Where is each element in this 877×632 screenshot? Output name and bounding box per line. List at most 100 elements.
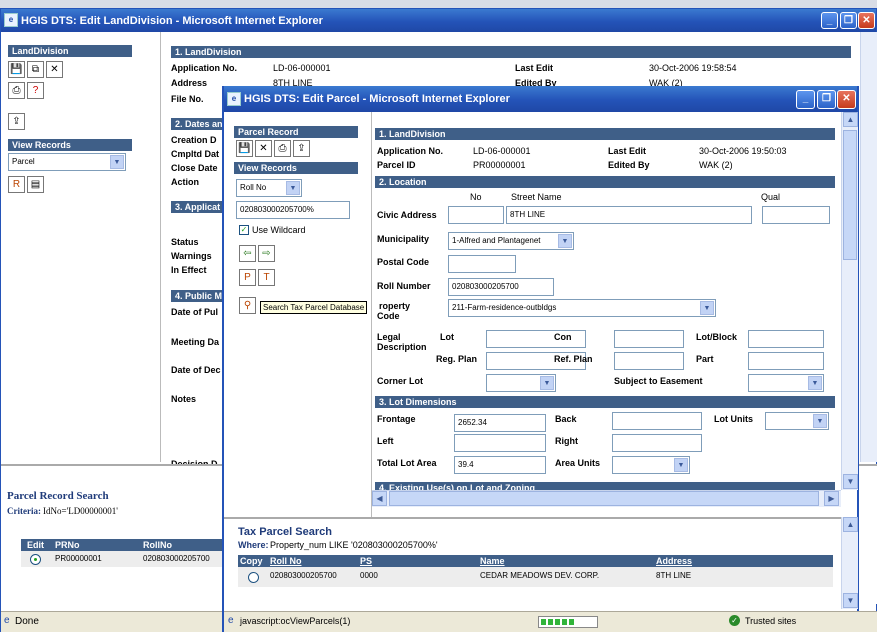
part-input[interactable] bbox=[748, 352, 824, 370]
delete-icon[interactable]: ✕ bbox=[255, 140, 272, 157]
area-units-select[interactable]: ▼ bbox=[612, 456, 690, 474]
progress-bar bbox=[538, 616, 598, 628]
restore-button[interactable]: ❐ bbox=[840, 12, 857, 29]
view-records-header: View Records bbox=[234, 162, 358, 174]
restore-button[interactable]: ❐ bbox=[817, 90, 836, 109]
copy-icon[interactable]: ⧉ bbox=[27, 61, 44, 78]
criteria-value: IdNo='LD00000001' bbox=[43, 506, 118, 516]
chevron-down-icon: ▼ bbox=[540, 376, 554, 390]
ref-plan-input[interactable] bbox=[614, 352, 684, 370]
civic-number-input[interactable] bbox=[448, 206, 504, 224]
close-button[interactable]: ✕ bbox=[858, 12, 875, 29]
minimize-button[interactable]: _ bbox=[821, 12, 838, 29]
easement-select[interactable]: ▼ bbox=[748, 374, 824, 392]
street-name-input[interactable]: 8TH LINE bbox=[506, 206, 752, 224]
tax-report-icon[interactable]: T bbox=[258, 269, 275, 286]
search-tax-database-icon[interactable]: ⚲ bbox=[239, 297, 256, 314]
view-records-select[interactable]: Parcel ▼ bbox=[8, 153, 126, 171]
roll-number-input[interactable]: 020803000205700 bbox=[448, 278, 554, 296]
scroll-thumb[interactable] bbox=[843, 130, 857, 260]
scroll-up-icon[interactable]: ▲ bbox=[843, 112, 858, 127]
outer-window-title: HGIS DTS: Edit LandDivision - Microsoft … bbox=[21, 14, 323, 27]
frontage-input[interactable]: 2652.34 bbox=[454, 414, 546, 432]
right-input[interactable] bbox=[612, 434, 702, 452]
sidebar-landdivision-header: LandDivision bbox=[8, 45, 132, 57]
parcel-report-icon[interactable]: P bbox=[239, 269, 256, 286]
tax-grid-row[interactable]: 020803000205700 0000 CEDAR MEADOWS DEV. … bbox=[238, 567, 833, 587]
inner-section-lot-dimensions: 3. Lot Dimensions bbox=[375, 396, 835, 408]
lot-block-input[interactable] bbox=[748, 330, 824, 348]
tax-grid-header: Copy Roll No PS Name Address bbox=[238, 555, 833, 567]
where-value: Property_num LIKE '020803000205700%' bbox=[270, 540, 438, 550]
copy-radio[interactable] bbox=[248, 572, 259, 583]
ie-icon: e bbox=[4, 13, 18, 27]
total-lot-area-input[interactable]: 39.4 bbox=[454, 456, 546, 474]
chevron-down-icon: ▼ bbox=[700, 301, 714, 315]
hscroll-thumb[interactable] bbox=[389, 491, 819, 506]
criteria-label: Criteria: bbox=[7, 506, 41, 516]
print-icon[interactable]: ⎙ bbox=[8, 82, 25, 99]
export-icon[interactable]: ⇪ bbox=[8, 113, 25, 130]
municipality-select[interactable]: 1-Alfred and Plantagenet ▼ bbox=[448, 232, 574, 250]
scroll-down-icon[interactable]: ▼ bbox=[843, 474, 858, 489]
chevron-down-icon: ▼ bbox=[286, 181, 300, 195]
chevron-down-icon: ▼ bbox=[813, 414, 827, 428]
minimize-button[interactable]: _ bbox=[796, 90, 815, 109]
inner-title-bar[interactable]: e HGIS DTS: Edit Parcel - Microsoft Inte… bbox=[224, 86, 857, 112]
back-input[interactable] bbox=[612, 412, 702, 430]
close-button[interactable]: ✕ bbox=[837, 90, 856, 109]
parcel-record-search-title: Parcel Record Search bbox=[7, 490, 109, 502]
next-record-icon[interactable]: ⇨ bbox=[258, 245, 275, 262]
previous-record-icon[interactable]: ⇦ bbox=[239, 245, 256, 262]
inner-form-hscroll[interactable]: ◀ ▶ bbox=[372, 490, 841, 507]
inner-sidebar: Parcel Record 💾 ✕ ⎙ ⇪ View Records Roll … bbox=[224, 112, 372, 517]
ie-page-icon: e bbox=[228, 615, 234, 626]
outer-grid-header: Edit PRNo RollNo bbox=[21, 539, 231, 551]
delete-icon[interactable]: ✕ bbox=[46, 61, 63, 78]
progress-fill bbox=[541, 619, 575, 625]
postal-code-input[interactable] bbox=[448, 255, 516, 273]
corner-lot-select[interactable]: ▼ bbox=[486, 374, 556, 392]
save-icon[interactable]: 💾 bbox=[236, 140, 253, 157]
outer-grid-row[interactable]: PR00000001 020803000205700 bbox=[21, 551, 231, 567]
left-input[interactable] bbox=[454, 434, 546, 452]
inner-window: e HGIS DTS: Edit Parcel - Microsoft Inte… bbox=[222, 86, 859, 632]
print-icon[interactable]: ⎙ bbox=[274, 140, 291, 157]
ie-page-icon: e bbox=[4, 615, 10, 626]
qual-input[interactable] bbox=[762, 206, 830, 224]
scroll-down-icon[interactable]: ▼ bbox=[843, 593, 858, 608]
use-wildcard-checkbox[interactable]: ✓ bbox=[239, 225, 249, 235]
inner-section-location: 2. Location bbox=[375, 176, 835, 188]
inner-form: 1. LandDivision Application No. LD-06-00… bbox=[372, 112, 841, 490]
document-icon[interactable]: ▤ bbox=[27, 176, 44, 193]
tax-parcel-panel: Tax Parcel Search Where: Property_num LI… bbox=[224, 517, 841, 609]
scroll-left-icon[interactable]: ◀ bbox=[372, 491, 387, 506]
lot-units-select[interactable]: ▼ bbox=[765, 412, 829, 430]
sidebar-view-records-header: View Records bbox=[8, 139, 132, 151]
outer-sidebar: LandDivision 💾 ⧉ ✕ ⎙ ? ⇪ View Records Pa… bbox=[1, 32, 161, 462]
property-code-select[interactable]: 211-Farm-residence-outbldgs ▼ bbox=[448, 299, 716, 317]
inner-form-vscroll[interactable]: ▲ ▼ bbox=[841, 112, 858, 490]
help-icon[interactable]: ? bbox=[27, 82, 44, 99]
scroll-right-icon[interactable]: ▶ bbox=[824, 491, 839, 506]
scroll-up-icon[interactable]: ▲ bbox=[843, 517, 858, 532]
outer-main-scrollbar[interactable] bbox=[860, 32, 877, 462]
con-input[interactable] bbox=[614, 330, 684, 348]
report-icon[interactable]: R bbox=[8, 176, 25, 193]
chevron-down-icon: ▼ bbox=[558, 234, 572, 248]
inner-window-title: HGIS DTS: Edit Parcel - Microsoft Intern… bbox=[244, 93, 510, 105]
view-records-select[interactable]: Roll No ▼ bbox=[236, 179, 302, 197]
chevron-down-icon: ▼ bbox=[808, 376, 822, 390]
outer-section-landdivision: 1. LandDivision bbox=[171, 46, 851, 58]
edit-radio[interactable] bbox=[30, 554, 41, 565]
inner-section-existing-use: 4. Existing Use(s) on Lot and Zoning bbox=[375, 482, 835, 490]
ie-icon: e bbox=[227, 92, 241, 106]
save-icon[interactable]: 💾 bbox=[8, 61, 25, 78]
chevron-down-icon: ▼ bbox=[110, 155, 124, 169]
inner-section-landdivision: 1. LandDivision bbox=[375, 128, 835, 140]
record-search-input[interactable]: 020803000205700% bbox=[236, 201, 350, 219]
chevron-down-icon: ▼ bbox=[674, 458, 688, 472]
outer-title-bar[interactable]: e HGIS DTS: Edit LandDivision - Microsof… bbox=[1, 9, 876, 32]
tax-panel-vscroll[interactable]: ▲ ▼ bbox=[841, 517, 858, 609]
export-icon[interactable]: ⇪ bbox=[293, 140, 310, 157]
